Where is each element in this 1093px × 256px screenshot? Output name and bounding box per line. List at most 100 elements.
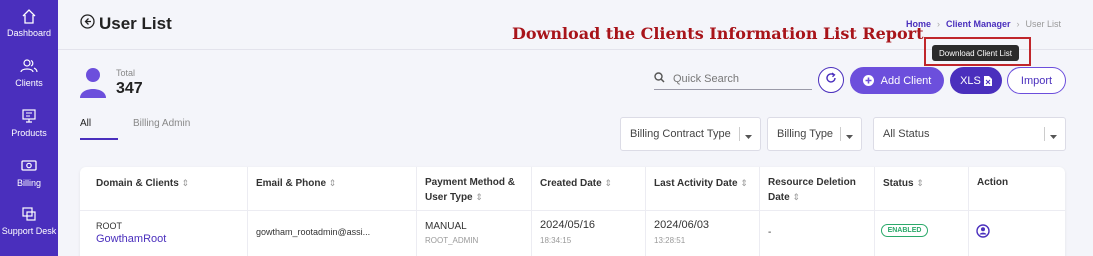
- resource-deletion-date: -: [768, 227, 772, 238]
- sidebar-item-label: Billing: [16, 178, 41, 188]
- sidebar-item-label: Dashboard: [6, 28, 52, 38]
- caret-down-icon: [846, 131, 853, 143]
- sort-icon[interactable]: ⇕: [604, 178, 612, 188]
- column-divider: [874, 167, 875, 256]
- column-header-label: Resource Deletion Date: [768, 177, 856, 203]
- select-separator: [1044, 127, 1045, 141]
- sidebar-item-label: Products: [11, 128, 47, 138]
- file-excel-icon: [983, 75, 992, 86]
- last-activity-time: 13:28:51: [654, 236, 686, 245]
- column-header-created-date[interactable]: Created Date ⇕: [540, 176, 612, 191]
- page-header: User List: [80, 14, 172, 34]
- payment-method: MANUAL: [425, 221, 467, 232]
- column-header-label: Action: [977, 177, 1009, 188]
- report-banner: Download the Clients Information List Re…: [512, 24, 924, 43]
- column-header-label: Domain & Clients: [96, 178, 179, 189]
- home-icon: [0, 8, 58, 26]
- money-icon: [0, 158, 58, 176]
- chevron-right-icon: ›: [936, 19, 940, 29]
- user-profile-icon[interactable]: [976, 224, 990, 243]
- sort-icon[interactable]: ⇕: [916, 178, 924, 188]
- column-header-last-activity[interactable]: Last Activity Date ⇕: [654, 176, 748, 191]
- user-icon: [80, 68, 106, 103]
- select-separator: [840, 127, 841, 141]
- sort-icon[interactable]: ⇕: [475, 192, 483, 202]
- search-input[interactable]: Quick Search: [654, 68, 812, 90]
- add-client-button[interactable]: Add Client: [850, 67, 944, 94]
- column-divider: [247, 167, 248, 256]
- copy-icon: [0, 206, 58, 224]
- tab-all[interactable]: All: [80, 118, 91, 129]
- active-tab-indicator: [80, 138, 118, 140]
- domain-name: ROOT: [96, 221, 122, 231]
- column-header-payment[interactable]: Payment Method & User Type ⇕: [425, 176, 525, 205]
- import-button[interactable]: Import: [1007, 67, 1066, 94]
- sort-icon[interactable]: ⇕: [329, 178, 337, 188]
- status-badge: ENABLED: [881, 224, 928, 237]
- column-header-domain[interactable]: Domain & Clients ⇕: [96, 176, 189, 191]
- column-divider: [416, 167, 417, 256]
- sidebar-item-support-desk[interactable]: Support Desk: [0, 206, 58, 237]
- total-label: Total: [116, 68, 136, 78]
- sidebar: Dashboard Clients Products Billing Suppo…: [0, 0, 58, 256]
- search-placeholder: Quick Search: [673, 72, 740, 85]
- select-separator: [739, 127, 740, 141]
- sidebar-item-dashboard[interactable]: Dashboard: [0, 8, 58, 39]
- chevron-right-icon: ›: [1016, 19, 1020, 29]
- sidebar-item-label: Clients: [15, 78, 43, 88]
- column-divider: [645, 167, 646, 256]
- tab-billing-admin[interactable]: Billing Admin: [133, 118, 190, 129]
- client-link[interactable]: GowthamRoot: [96, 233, 166, 246]
- breadcrumb-user-list: User List: [1025, 19, 1061, 29]
- column-header-email[interactable]: Email & Phone ⇕: [256, 176, 336, 191]
- sort-icon[interactable]: ⇕: [182, 178, 190, 188]
- add-client-label: Add Client: [880, 74, 932, 87]
- column-divider: [531, 167, 532, 256]
- billing-contract-type-select[interactable]: Billing Contract Type: [620, 117, 761, 151]
- back-arrow-icon[interactable]: [80, 14, 95, 34]
- select-label: All Status: [883, 128, 930, 140]
- email-value: gowtham_rootadmin@assi...: [256, 227, 371, 237]
- total-count: 347: [116, 80, 143, 97]
- xls-label: XLS: [960, 74, 981, 87]
- column-header-label: Status: [883, 178, 914, 189]
- main-content: User List Download the Clients Informati…: [58, 0, 1093, 256]
- caret-down-icon: [745, 131, 752, 143]
- breadcrumb-client-manager[interactable]: Client Manager: [946, 19, 1011, 29]
- sort-icon[interactable]: ⇕: [792, 192, 800, 202]
- breadcrumb-home[interactable]: Home: [906, 19, 931, 29]
- select-label: Billing Type: [777, 128, 834, 140]
- monitor-icon: [0, 108, 58, 126]
- column-header-resource-deletion[interactable]: Resource Deletion Date ⇕: [768, 176, 868, 205]
- sidebar-item-clients[interactable]: Clients: [0, 58, 58, 89]
- created-date: 2024/05/16: [540, 219, 596, 231]
- sort-icon[interactable]: ⇕: [740, 178, 748, 188]
- column-header-action: Action: [977, 176, 1008, 190]
- column-header-status[interactable]: Status ⇕: [883, 176, 924, 191]
- page-title: User List: [99, 14, 172, 33]
- sidebar-item-billing[interactable]: Billing: [0, 158, 58, 189]
- column-header-label: Last Activity Date: [654, 178, 738, 189]
- refresh-icon: [825, 71, 837, 89]
- column-divider: [968, 167, 969, 256]
- plus-circle-icon: [862, 75, 874, 86]
- last-activity-date: 2024/06/03: [654, 219, 710, 231]
- column-header-label: Payment Method & User Type: [425, 177, 516, 203]
- created-time: 18:34:15: [540, 236, 572, 245]
- users-icon: [0, 58, 58, 76]
- column-header-label: Email & Phone: [256, 178, 327, 189]
- column-header-label: Created Date: [540, 178, 602, 189]
- xls-download-button[interactable]: XLS: [950, 67, 1002, 94]
- refresh-button[interactable]: [818, 67, 844, 93]
- status-select[interactable]: All Status: [873, 117, 1066, 151]
- sidebar-item-products[interactable]: Products: [0, 108, 58, 139]
- breadcrumb: Home › Client Manager › User List: [906, 19, 1061, 29]
- users-table: Domain & Clients ⇕ Email & Phone ⇕ Payme…: [80, 167, 1065, 256]
- download-tooltip: Download Client List: [932, 45, 1019, 61]
- search-icon: [654, 70, 665, 88]
- caret-down-icon: [1050, 131, 1057, 143]
- billing-type-select[interactable]: Billing Type: [767, 117, 862, 151]
- header-divider: [80, 210, 1065, 211]
- select-label: Billing Contract Type: [630, 128, 731, 140]
- user-type: ROOT_ADMIN: [425, 236, 479, 245]
